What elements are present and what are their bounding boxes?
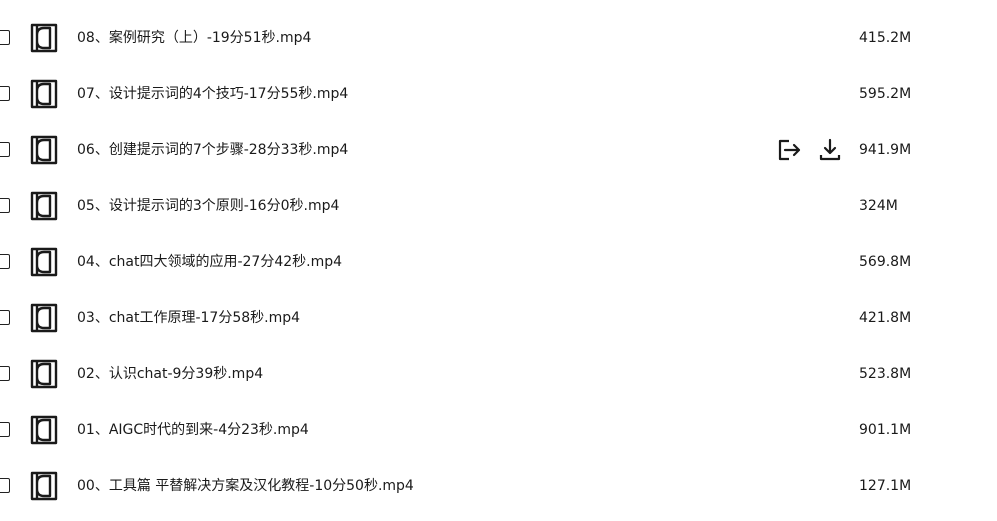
file-row[interactable]: 08、案例研究（上）-19分51秒.mp4 415.2M (0, 10, 997, 66)
row-checkbox[interactable] (0, 254, 10, 269)
video-file-icon (30, 415, 58, 445)
row-checkbox[interactable] (0, 422, 10, 437)
file-size: 127.1M (859, 478, 912, 494)
video-file-icon (30, 471, 58, 501)
file-size: 421.8M (859, 310, 912, 326)
row-checkbox[interactable] (0, 86, 10, 101)
file-name[interactable]: 03、chat工作原理-17分58秒.mp4 (77, 309, 300, 327)
share-button[interactable] (776, 138, 802, 162)
video-file-icon (30, 191, 58, 221)
download-button[interactable] (817, 138, 843, 162)
file-size: 523.8M (859, 366, 912, 382)
file-name[interactable]: 00、工具篇 平替解决方案及汉化教程-10分50秒.mp4 (77, 477, 414, 495)
file-row[interactable]: 01、AIGC时代的到来-4分23秒.mp4 901.1M (0, 402, 997, 458)
file-size: 595.2M (859, 86, 912, 102)
file-row[interactable]: 05、设计提示词的3个原则-16分0秒.mp4 324M (0, 178, 997, 234)
file-size: 415.2M (859, 30, 912, 46)
video-file-icon (30, 303, 58, 333)
row-checkbox[interactable] (0, 198, 10, 213)
video-file-icon (30, 135, 58, 165)
file-name[interactable]: 06、创建提示词的7个步骤-28分33秒.mp4 (77, 141, 348, 159)
video-file-icon (30, 247, 58, 277)
file-row[interactable]: 06、创建提示词的7个步骤-28分33秒.mp4 941.9M (0, 122, 997, 178)
share-icon (778, 139, 801, 161)
download-icon (819, 138, 841, 161)
file-size: 569.8M (859, 254, 912, 270)
row-checkbox[interactable] (0, 366, 10, 381)
file-name[interactable]: 08、案例研究（上）-19分51秒.mp4 (77, 29, 311, 47)
file-size: 324M (859, 198, 898, 214)
file-row[interactable]: 02、认识chat-9分39秒.mp4 523.8M (0, 346, 997, 402)
row-checkbox[interactable] (0, 310, 10, 325)
file-name[interactable]: 01、AIGC时代的到来-4分23秒.mp4 (77, 421, 309, 439)
file-row[interactable]: 04、chat四大领域的应用-27分42秒.mp4 569.8M (0, 234, 997, 290)
file-size: 901.1M (859, 422, 912, 438)
file-size: 941.9M (859, 142, 912, 158)
video-file-icon (30, 23, 58, 53)
file-row[interactable]: 03、chat工作原理-17分58秒.mp4 421.8M (0, 290, 997, 346)
file-name[interactable]: 07、设计提示词的4个技巧-17分55秒.mp4 (77, 85, 348, 103)
file-list: 08、案例研究（上）-19分51秒.mp4 415.2M 07、设计提示词的4个… (0, 0, 997, 521)
file-name[interactable]: 02、认识chat-9分39秒.mp4 (77, 365, 263, 383)
row-checkbox[interactable] (0, 142, 10, 157)
file-name[interactable]: 04、chat四大领域的应用-27分42秒.mp4 (77, 253, 342, 271)
row-checkbox[interactable] (0, 478, 10, 493)
row-checkbox[interactable] (0, 30, 10, 45)
file-row[interactable]: 00、工具篇 平替解决方案及汉化教程-10分50秒.mp4 127.1M (0, 458, 997, 514)
video-file-icon (30, 79, 58, 109)
file-name[interactable]: 05、设计提示词的3个原则-16分0秒.mp4 (77, 197, 339, 215)
file-row[interactable]: 07、设计提示词的4个技巧-17分55秒.mp4 595.2M (0, 66, 997, 122)
video-file-icon (30, 359, 58, 389)
